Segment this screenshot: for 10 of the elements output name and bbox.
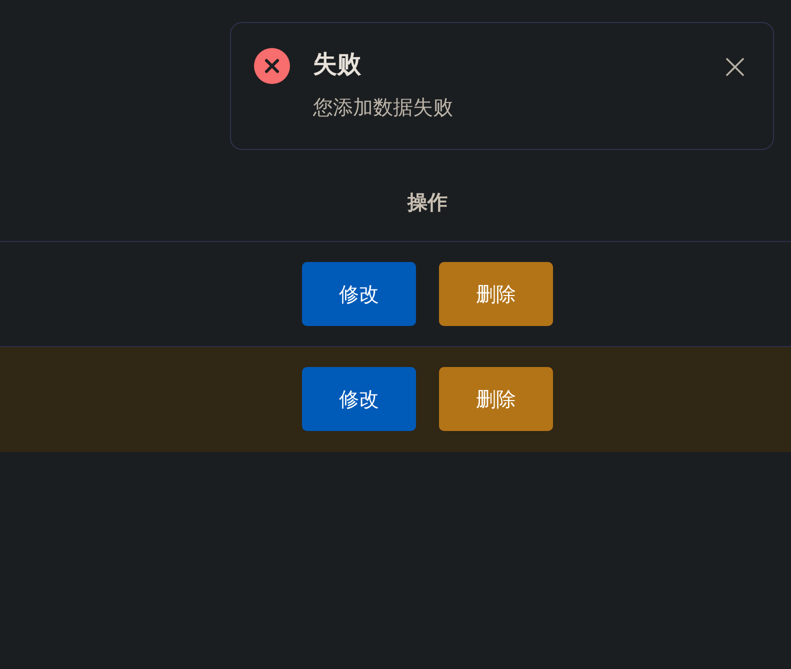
column-header: 操作 bbox=[408, 188, 448, 216]
close-icon bbox=[726, 58, 744, 76]
delete-button[interactable]: 删除 bbox=[439, 367, 553, 431]
notification-title: 失败 bbox=[313, 49, 361, 80]
notification-message: 您添加数据失败 bbox=[313, 94, 453, 121]
error-icon bbox=[254, 48, 290, 84]
close-button[interactable] bbox=[726, 58, 744, 76]
edit-button[interactable]: 修改 bbox=[302, 367, 416, 431]
edit-button[interactable]: 修改 bbox=[302, 262, 416, 326]
delete-button[interactable]: 删除 bbox=[439, 262, 553, 326]
